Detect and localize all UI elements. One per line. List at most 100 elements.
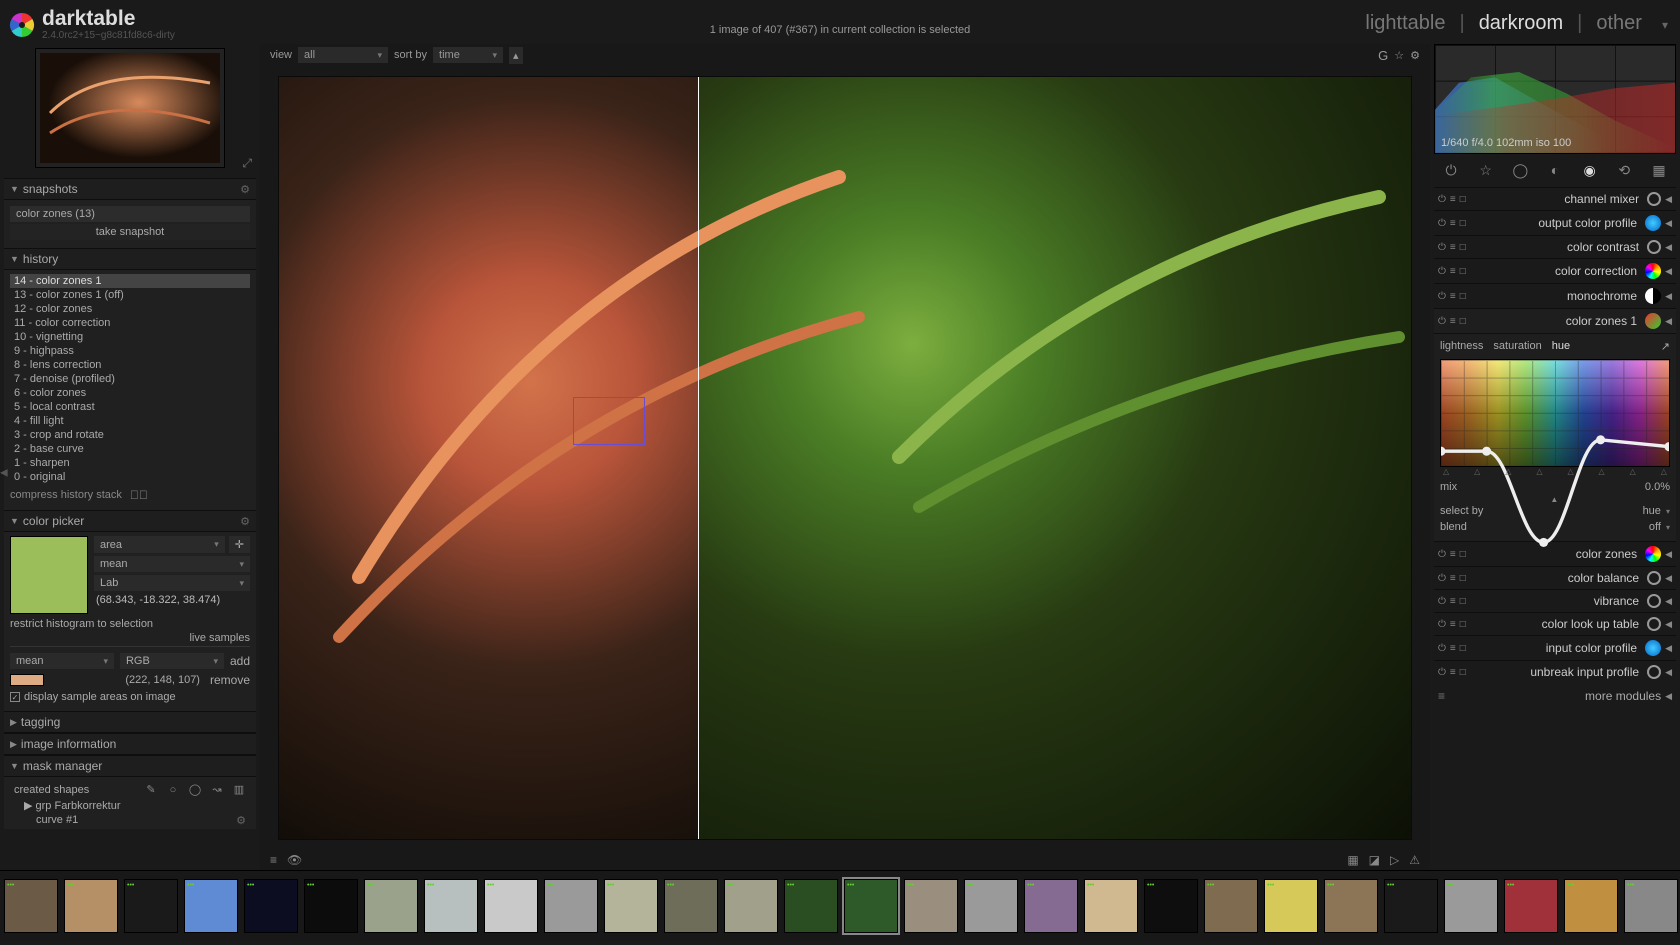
eyedropper-icon[interactable]: ↗ — [1661, 340, 1670, 353]
module-row[interactable]: ⏻≡□unbreak input profile◀ — [1434, 660, 1676, 683]
image-info-header[interactable]: ▶ image information — [4, 733, 256, 755]
brush-icon[interactable]: ✎ — [144, 783, 158, 796]
sort-dir-icon[interactable]: ▴ — [509, 47, 523, 64]
module-switch-icon[interactable]: ⏻ — [1438, 266, 1446, 277]
module-multi-icon[interactable]: ≡ — [1450, 291, 1456, 302]
filmstrip-thumb[interactable]: ••• — [664, 879, 718, 933]
filmstrip-thumb[interactable]: ••• — [184, 879, 238, 933]
history-item[interactable]: 6 - color zones — [10, 386, 250, 400]
softproof-icon[interactable]: ◪ — [1369, 853, 1380, 867]
gear-icon[interactable]: ⚙ — [240, 515, 250, 528]
image-canvas[interactable] — [278, 76, 1412, 840]
module-multi-icon[interactable]: ≡ — [1450, 242, 1456, 253]
module-multi-icon[interactable]: ≡ — [1450, 619, 1456, 630]
navigation-thumbnail[interactable]: ⤢ — [35, 48, 225, 168]
module-reset-icon[interactable]: □ — [1460, 266, 1466, 277]
history-item[interactable]: 12 - color zones — [10, 302, 250, 316]
module-switch-icon[interactable]: ⏻ — [1438, 596, 1446, 607]
picker-mean2-dropdown[interactable]: mean▾ — [10, 653, 114, 669]
module-switch-icon[interactable]: ⏻ — [1438, 194, 1446, 205]
chevron-left-icon[interactable]: ◀ — [1661, 316, 1672, 327]
group-active-icon[interactable]: ⏻ — [1440, 162, 1462, 179]
history-item[interactable]: 7 - denoise (profiled) — [10, 372, 250, 386]
chevron-left-icon[interactable]: ◀ — [1661, 266, 1672, 277]
view-dropdown[interactable]: all▾ — [298, 47, 388, 63]
group-basic-icon[interactable]: ◯ — [1509, 162, 1531, 179]
module-multi-icon[interactable]: ≡ — [1450, 316, 1456, 327]
filmstrip-thumb[interactable]: ••• — [724, 879, 778, 933]
slider-handle-icon[interactable]: ▲ — [1550, 495, 1558, 504]
gamut-icon[interactable]: ▷ — [1390, 853, 1399, 867]
history-item[interactable]: 8 - lens correction — [10, 358, 250, 372]
filmstrip-thumb[interactable]: ••• — [1204, 879, 1258, 933]
star-icon[interactable]: ☆ — [1394, 49, 1404, 62]
module-row[interactable]: ⏻≡□monochrome◀ — [1434, 283, 1676, 308]
module-reset-icon[interactable]: □ — [1460, 194, 1466, 205]
module-multi-icon[interactable]: ≡ — [1450, 596, 1456, 607]
filmstrip[interactable]: ••••••••••••••••••••••••••••••••••••••••… — [0, 870, 1680, 940]
nav-darkroom[interactable]: darkroom — [1479, 12, 1563, 35]
history-item[interactable]: 9 - highpass — [10, 344, 250, 358]
chevron-left-icon[interactable]: ◀ — [1661, 643, 1672, 654]
picker-add-button[interactable]: add — [230, 654, 250, 668]
color-picker-header[interactable]: ▼ color picker ⚙ — [4, 510, 256, 532]
prefs-gear-icon[interactable]: ⚙ — [1410, 49, 1420, 62]
history-item[interactable]: 14 - color zones 1 — [10, 274, 250, 288]
filmstrip-thumb[interactable]: ••• — [1144, 879, 1198, 933]
history-item[interactable]: 2 - base curve — [10, 442, 250, 456]
module-reset-icon[interactable]: □ — [1460, 643, 1466, 654]
filmstrip-thumb[interactable]: ••• — [364, 879, 418, 933]
filmstrip-thumb[interactable]: ••• — [1264, 879, 1318, 933]
chevron-left-icon[interactable]: ◀ — [1661, 194, 1672, 205]
chevron-left-icon[interactable]: ◀ — [1661, 242, 1672, 253]
filmstrip-thumb[interactable]: ••• — [1084, 879, 1138, 933]
tab-lightness[interactable]: lightness — [1440, 340, 1483, 353]
filmstrip-thumb[interactable]: ••• — [484, 879, 538, 933]
overexp-icon[interactable]: ⚠ — [1409, 853, 1420, 867]
module-reset-icon[interactable]: □ — [1460, 218, 1466, 229]
filmstrip-thumb[interactable]: ••• — [1444, 879, 1498, 933]
module-row[interactable]: ⏻≡□color correction◀ — [1434, 258, 1676, 283]
module-multi-icon[interactable]: ≡ — [1450, 266, 1456, 277]
filmstrip-thumb[interactable]: ••• — [904, 879, 958, 933]
module-row[interactable]: ⏻≡□input color profile◀ — [1434, 635, 1676, 660]
module-row[interactable]: ⏻≡□color zones 1◀ — [1434, 308, 1676, 333]
picker-remove-button[interactable]: remove — [210, 673, 250, 687]
picker-space-dropdown[interactable]: Lab▾ — [94, 575, 250, 591]
chevron-left-icon[interactable]: ◀ — [1661, 619, 1672, 630]
module-multi-icon[interactable]: ≡ — [1450, 667, 1456, 678]
group-fav-icon[interactable]: ☆ — [1475, 162, 1497, 179]
color-zones-graph[interactable]: △△△△△△△△ — [1440, 359, 1670, 467]
fullscreen-icon[interactable]: ⤢ — [242, 156, 252, 171]
ellipse-icon[interactable]: ◯ — [188, 783, 202, 796]
module-row[interactable]: ⏻≡□color look up table◀ — [1434, 612, 1676, 635]
nav-lighttable[interactable]: lighttable — [1365, 12, 1445, 35]
tab-hue[interactable]: hue — [1552, 340, 1570, 353]
history-item[interactable]: 5 - local contrast — [10, 400, 250, 414]
module-reset-icon[interactable]: □ — [1460, 619, 1466, 630]
history-item[interactable]: 13 - color zones 1 (off) — [10, 288, 250, 302]
history-item[interactable]: 0 - original — [10, 470, 250, 484]
filmstrip-thumb[interactable]: ••• — [304, 879, 358, 933]
module-multi-icon[interactable]: ≡ — [1450, 194, 1456, 205]
filmstrip-thumb[interactable]: ••• — [4, 879, 58, 933]
snapshot-entry[interactable]: color zones (13) — [10, 206, 250, 222]
module-switch-icon[interactable]: ⏻ — [1438, 619, 1446, 630]
nav-more-icon[interactable]: ▾ — [1656, 18, 1668, 32]
module-row[interactable]: ⏻≡□color contrast◀ — [1434, 235, 1676, 258]
chevron-left-icon[interactable]: ◀ — [1661, 218, 1672, 229]
history-item[interactable]: 4 - fill light — [10, 414, 250, 428]
snapshot-divider[interactable] — [698, 77, 699, 839]
mask-shape[interactable]: curve #1⚙ — [10, 813, 250, 827]
circle-icon[interactable]: ○ — [166, 784, 180, 796]
filmstrip-thumb[interactable]: ••• — [1324, 879, 1378, 933]
module-reset-icon[interactable]: □ — [1460, 291, 1466, 302]
module-reset-icon[interactable]: □ — [1460, 242, 1466, 253]
filmstrip-thumb[interactable]: ••• — [964, 879, 1018, 933]
module-row[interactable]: ⏻≡□channel mixer◀ — [1434, 187, 1676, 210]
grouping-icon[interactable]: G — [1378, 48, 1388, 63]
module-switch-icon[interactable]: ⏻ — [1438, 291, 1446, 302]
module-multi-icon[interactable]: ≡ — [1450, 643, 1456, 654]
mask-manager-header[interactable]: ▼ mask manager — [4, 755, 256, 777]
picker-mode-dropdown[interactable]: area▾ — [94, 536, 225, 553]
